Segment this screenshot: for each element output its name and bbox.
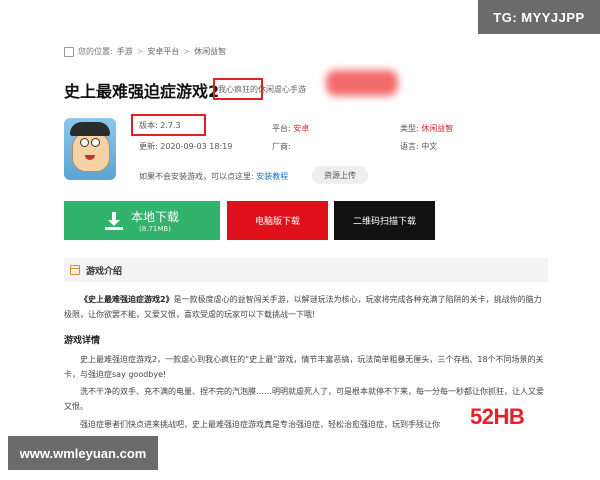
highlight-box-version (131, 114, 206, 136)
breadcrumb-separator: > (183, 47, 191, 56)
install-hint: 如果不会安装游戏，可以点这里: 安装教程 (139, 171, 288, 182)
upload-resource-button[interactable]: 资源上传 (312, 166, 368, 184)
watermark-logo: 52HB (470, 404, 525, 429)
pc-download-button[interactable]: 电脑版下载 (227, 201, 328, 240)
breadcrumb-label: 您的位置: (78, 47, 113, 56)
type-value[interactable]: 休闲益智 (421, 124, 453, 133)
detail-paragraph-1: 史上最难强迫症游戏2，一款虐心到我心疯狂的“史上最”游戏，情节丰富恶搞，玩法简单… (64, 355, 544, 379)
local-download-size: (8.71MB) (139, 225, 171, 233)
intro-paragraph: 《史上最难强迫症游戏2》是一款极度虐心的益智闯关手游，以解谜玩法为核心，玩家将完… (64, 292, 544, 322)
lang-label: 语言: (400, 142, 419, 151)
install-tutorial-link[interactable]: 安装教程 (256, 172, 288, 181)
intro-section-title: 游戏介绍 (86, 266, 123, 277)
blurred-region (326, 70, 398, 96)
vendor-info: 厂商: (272, 141, 291, 152)
page-title: 史上最难强迫症游戏2 (64, 82, 220, 101)
update-value: 2020-09-03 18:19 (160, 142, 233, 151)
watermark-top: TG: MYYJJPP (478, 0, 600, 34)
detail-section-title: 游戏详情 (64, 336, 101, 346)
update-label: 更新: (139, 142, 158, 151)
platform-value[interactable]: 安卓 (293, 124, 309, 133)
local-download-texts: 本地下载 (8.71MB) (131, 208, 179, 233)
character-hair (70, 122, 110, 136)
download-icon (104, 211, 123, 230)
intro-section-header: 游戏介绍 (64, 258, 548, 282)
breadcrumb-item-android[interactable]: 安卓平台 (147, 46, 179, 57)
character-eye (91, 138, 100, 147)
detail-paragraph-3: 强迫症患者们快点进来挑战吧，史上最难强迫症游戏真是专治强迫症，轻松治愈强迫症，玩… (80, 420, 440, 429)
type-label: 类型: (400, 124, 419, 133)
platform-info: 平台: 安卓 (272, 123, 309, 134)
platform-label: 平台: (272, 124, 291, 133)
qr-download-button[interactable]: 二维码扫描下载 (334, 201, 435, 240)
local-download-label: 本地下载 (130, 210, 179, 224)
lang-info: 语言: 中文 (400, 141, 437, 152)
character-eye (80, 138, 89, 147)
breadcrumb: 您的位置: 手游 > 安卓平台 > 休闲益智 (64, 46, 226, 57)
update-info: 更新: 2020-09-03 18:19 (139, 141, 232, 152)
character-face (72, 130, 110, 172)
lang-value: 中文 (421, 142, 438, 151)
calendar-icon (70, 265, 80, 275)
breadcrumb-item-mobile-games[interactable]: 手游 (117, 46, 133, 57)
vendor-label: 厂商: (272, 142, 291, 151)
breadcrumb-item-casual[interactable]: 休闲益智 (194, 46, 226, 57)
home-icon (64, 46, 74, 57)
intro-game-name: 《史上最难强迫症游戏2》 (80, 295, 174, 304)
game-icon (64, 118, 116, 180)
local-download-button[interactable]: 本地下载 (8.71MB) (64, 201, 220, 240)
highlight-box-subtitle (213, 78, 263, 100)
breadcrumb-separator: > (136, 47, 144, 56)
type-info: 类型: 休闲益智 (400, 123, 453, 134)
watermark-bottom: www.wmleyuan.com (8, 436, 158, 470)
install-hint-text: 如果不会安装游戏，可以点这里: (139, 172, 254, 181)
